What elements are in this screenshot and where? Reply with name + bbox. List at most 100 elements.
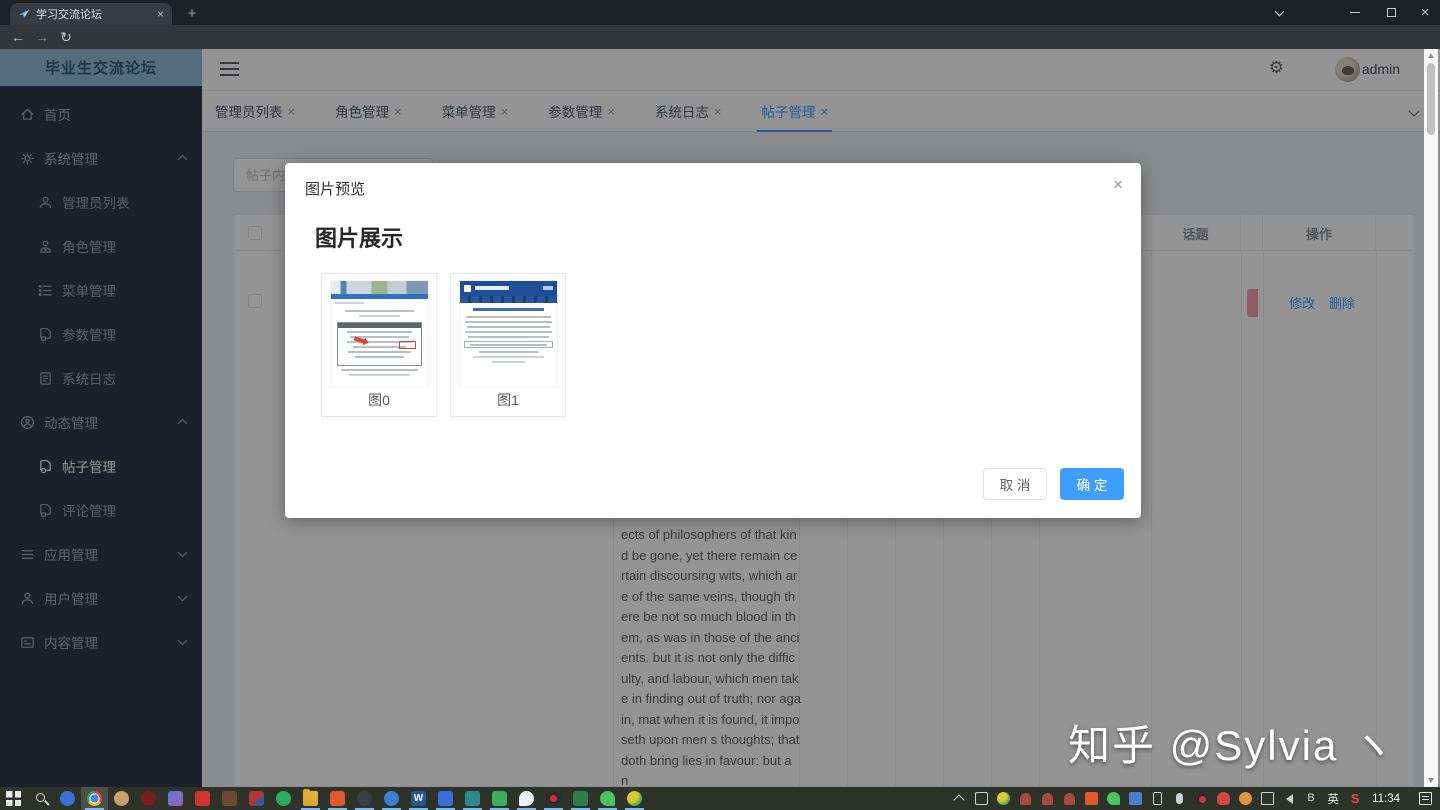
tray-password-key[interactable] xyxy=(1234,787,1256,810)
tab-close-icon[interactable]: × xyxy=(157,8,164,20)
photos-icon xyxy=(168,791,183,806)
maximize-icon xyxy=(1387,8,1396,17)
taskbar-app-player[interactable] xyxy=(54,787,81,810)
taskbar-word[interactable]: W xyxy=(405,787,432,810)
taskbar-app-green[interactable] xyxy=(486,787,513,810)
dialog-close-icon[interactable]: × xyxy=(1113,176,1123,193)
taskbar-clock[interactable]: 11:34 xyxy=(1366,793,1410,805)
tray-record[interactable] xyxy=(1190,787,1212,810)
folder-icon xyxy=(303,791,318,806)
reload-button[interactable]: ↻ xyxy=(56,28,76,46)
taskbar-app-teal[interactable] xyxy=(459,787,486,810)
thumb1-navbar xyxy=(460,296,557,303)
taskbar-app-recorder[interactable] xyxy=(135,787,162,810)
tray-cloud[interactable] xyxy=(1212,787,1234,810)
taskbar-app-paint[interactable] xyxy=(243,787,270,810)
image-card-1[interactable]: 图1 xyxy=(450,273,566,417)
new-tab-button[interactable]: + xyxy=(184,6,200,22)
usb-icon xyxy=(1153,792,1162,805)
app-green-icon xyxy=(492,791,507,806)
taskbar-app-archive[interactable] xyxy=(216,787,243,810)
tray-camera[interactable] xyxy=(1124,787,1146,810)
back-button[interactable]: ← xyxy=(8,28,28,46)
taskbar-excel[interactable] xyxy=(567,787,594,810)
desktop-screen: 学习交流论坛 × + × ← → ↻ i localhost:8001/#/ad… xyxy=(0,0,1440,810)
figure-icon xyxy=(1042,793,1053,805)
watermark: 知乎 @Sylvia ヽ xyxy=(1068,712,1396,773)
taskbar-app-tan[interactable] xyxy=(108,787,135,810)
scrollbar-thumb[interactable] xyxy=(1427,63,1435,135)
taskbar-search-button[interactable] xyxy=(27,787,54,810)
image-card-0[interactable]: 图0 xyxy=(321,273,437,417)
start-button[interactable] xyxy=(0,787,27,810)
tray-app-figure-1[interactable] xyxy=(1014,787,1036,810)
figure-icon xyxy=(1020,793,1031,805)
tray-app-orange[interactable] xyxy=(1080,787,1102,810)
microphone-icon xyxy=(1176,793,1183,804)
tray-volume[interactable] xyxy=(1278,787,1300,810)
tray-microphone[interactable] xyxy=(1168,787,1190,810)
sync-icon xyxy=(276,791,291,806)
windows-start-icon xyxy=(6,791,21,806)
taskbar-globe-browser[interactable] xyxy=(621,787,648,810)
tray-wechat[interactable] xyxy=(1102,787,1124,810)
tray-network[interactable] xyxy=(1256,787,1278,810)
taskbar-app-blue[interactable] xyxy=(378,787,405,810)
tray-app-figure-3[interactable] xyxy=(1058,787,1080,810)
browser-tab-strip: 学习交流论坛 × + × xyxy=(0,0,1440,25)
tray-ime[interactable]: 英 xyxy=(1322,787,1344,810)
page-scrollbar[interactable] xyxy=(1424,49,1438,787)
taskbar-chat[interactable] xyxy=(513,787,540,810)
tray-hidden-icons[interactable] xyxy=(948,787,970,810)
notification-center-button[interactable] xyxy=(1410,787,1440,810)
cancel-button[interactable]: 取 消 xyxy=(983,468,1047,500)
maximize-button[interactable] xyxy=(1374,0,1408,25)
thumbnail-image-0[interactable] xyxy=(330,280,429,388)
window-close-button[interactable]: × xyxy=(1408,0,1440,25)
red-box-annotation xyxy=(399,341,416,349)
search-icon xyxy=(36,793,45,802)
globe-icon xyxy=(997,792,1010,805)
wechat-icon xyxy=(1107,792,1120,805)
taskbar-app-red[interactable] xyxy=(189,787,216,810)
taskbar-app-orange[interactable] xyxy=(324,787,351,810)
tray-sogou[interactable]: S xyxy=(1344,787,1366,810)
app-tan-icon xyxy=(114,791,129,806)
taskbar-wechat[interactable] xyxy=(594,787,621,810)
forward-button[interactable]: → xyxy=(32,28,52,46)
thumb1-header xyxy=(460,281,557,296)
minimize-button[interactable] xyxy=(1338,0,1372,25)
thumb0-inner-screenshot xyxy=(337,322,422,366)
ime-indicator: 英 xyxy=(1327,791,1339,807)
word-icon: W xyxy=(411,791,426,806)
tray-globe[interactable] xyxy=(992,787,1014,810)
scroll-up-arrow-icon[interactable] xyxy=(1428,53,1434,58)
thumbnail-image-1[interactable] xyxy=(459,280,558,388)
taskbar-file-explorer[interactable] xyxy=(297,787,324,810)
taskbar-app-chrome[interactable] xyxy=(81,787,108,810)
tab-search-button[interactable] xyxy=(1262,0,1296,25)
tray-app-figure-2[interactable] xyxy=(1036,787,1058,810)
image-label: 图1 xyxy=(451,390,565,410)
wechat-icon xyxy=(600,791,615,806)
tray-link[interactable]: B xyxy=(1300,787,1322,810)
globe-icon xyxy=(627,791,642,806)
speaker-icon xyxy=(1286,794,1293,804)
tray-display[interactable] xyxy=(970,787,992,810)
scroll-down-arrow-icon[interactable] xyxy=(1428,778,1434,783)
taskbar-remote-monitor[interactable] xyxy=(432,787,459,810)
chat-icon xyxy=(519,791,534,806)
tray-usb[interactable] xyxy=(1146,787,1168,810)
taskbar-app-photos[interactable] xyxy=(162,787,189,810)
taskbar-app-sync[interactable] xyxy=(270,787,297,810)
display-icon xyxy=(975,792,988,805)
taskbar-app-music[interactable] xyxy=(351,787,378,810)
close-icon: × xyxy=(1421,4,1430,21)
chevron-down-icon xyxy=(1274,6,1284,16)
chevron-up-icon xyxy=(953,794,964,805)
dialog-heading: 图片展示 xyxy=(315,221,403,253)
browser-tab[interactable]: 学习交流论坛 × xyxy=(10,3,172,25)
confirm-button[interactable]: 确 定 xyxy=(1060,468,1124,500)
taskbar-screen-record[interactable] xyxy=(540,787,567,810)
taskbar: W B 英 S 11:34 xyxy=(0,787,1440,810)
